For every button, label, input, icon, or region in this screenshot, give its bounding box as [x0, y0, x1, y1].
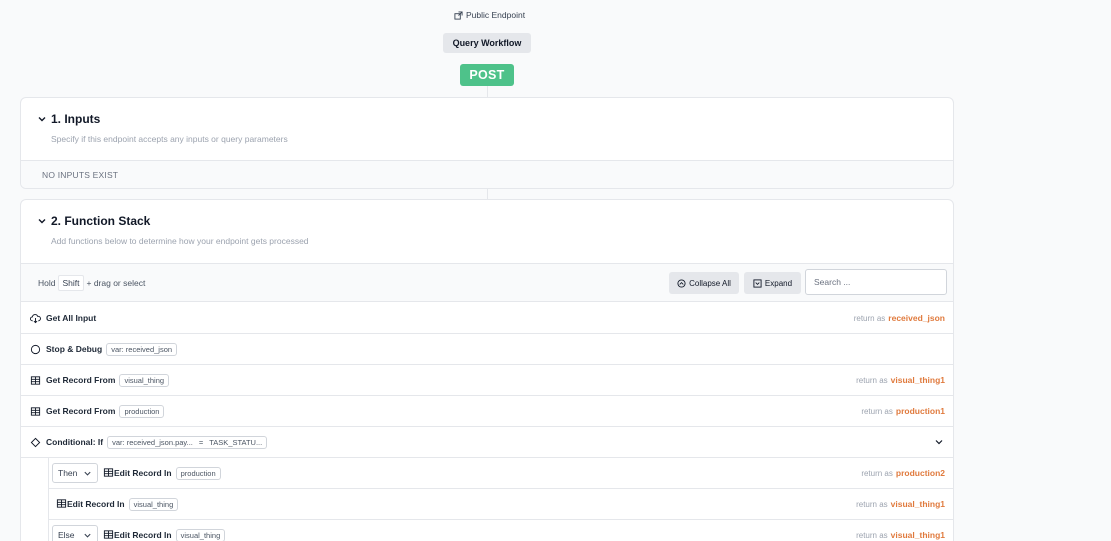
no-inputs-message: NO INPUTS EXIST [21, 160, 953, 188]
stop-circle-icon [30, 344, 41, 355]
function-name: Edit Record In [114, 468, 172, 478]
return-variable: production2 [895, 468, 945, 478]
chevron-down-icon [84, 533, 91, 538]
branch-label: Else [58, 530, 75, 540]
nested-row-edit-visual-thing[interactable]: Edit Record In visual_thing return as vis… [48, 489, 953, 520]
expand-icon [753, 278, 762, 288]
return-as: return as visual_thing1 [856, 530, 945, 540]
function-name: Get All Input [46, 313, 97, 323]
table-icon [30, 406, 41, 417]
branch-select-then[interactable]: Then [52, 463, 98, 483]
inputs-section: 1. Inputs Specify if this endpoint accep… [20, 97, 954, 189]
function-search-input[interactable] [805, 269, 947, 295]
function-tag[interactable]: visual_thing [119, 373, 170, 387]
external-link-icon [454, 10, 463, 20]
workflow-name[interactable]: Query Workflow [443, 33, 531, 53]
chevron-down-icon[interactable] [37, 216, 47, 226]
function-name: Edit Record In [67, 499, 125, 509]
return-variable: visual_thing1 [890, 530, 945, 540]
nested-row-else-edit-visual-thing[interactable]: Else Edit Record In visual_thing return … [48, 520, 953, 541]
collapse-icon [677, 278, 686, 288]
table-icon [103, 529, 114, 541]
function-row-stop-debug[interactable]: Stop & Debug var: received_json [21, 334, 953, 365]
branch-select-else[interactable]: Else [52, 525, 98, 541]
return-prefix: return as [853, 314, 886, 323]
function-row-get-record-visual-thing[interactable]: Get Record From visual_thing return as vi… [21, 365, 953, 396]
return-prefix: return as [856, 500, 888, 509]
return-prefix: return as [856, 376, 888, 385]
condition-expression[interactable]: var: received_json.pay... = TASK_STATU..… [107, 435, 268, 449]
function-tag[interactable]: visual_thing [128, 497, 179, 511]
return-prefix: return as [861, 469, 893, 478]
condition-right: TASK_STATU... [209, 437, 263, 447]
chevron-down-icon[interactable] [37, 114, 47, 124]
hold-label: Hold [38, 277, 56, 288]
diamond-icon [30, 437, 41, 448]
function-name: Get Record From [46, 406, 116, 416]
function-tag[interactable]: production [119, 404, 165, 418]
return-as: return as received_json [854, 313, 945, 323]
return-variable: production1 [895, 406, 945, 416]
inputs-section-title[interactable]: 1. Inputs [51, 112, 100, 126]
flow-connector-middle [487, 189, 488, 199]
function-stack-title[interactable]: 2. Function Stack [51, 214, 150, 228]
http-method-badge[interactable]: POST [460, 64, 514, 86]
shift-key: Shift [58, 274, 84, 291]
function-name: Stop & Debug [46, 344, 103, 354]
return-as: return as production1 [861, 406, 945, 416]
function-name: Get Record From [46, 375, 116, 385]
function-tag[interactable]: var: received_json [106, 342, 178, 356]
table-icon [56, 498, 67, 511]
return-prefix: return as [856, 531, 888, 540]
expand-button[interactable]: Expand [744, 272, 801, 294]
function-tag[interactable]: visual_thing [175, 528, 226, 541]
branch-label: Then [58, 468, 78, 478]
return-variable: visual_thing1 [890, 499, 945, 509]
public-endpoint-text: Public Endpoint [466, 10, 526, 20]
return-as: return as visual_thing1 [856, 375, 945, 385]
inputs-section-subtitle: Specify if this endpoint accepts any inp… [51, 134, 288, 144]
condition-operator: = [198, 437, 204, 447]
public-endpoint-label: Public Endpoint [454, 10, 525, 20]
function-tag[interactable]: production [175, 466, 221, 480]
function-stack-subtitle: Add functions below to determine how you… [51, 236, 309, 246]
function-name: Conditional: If [46, 437, 104, 447]
hold-suffix: + drag or select [86, 277, 146, 288]
flow-connector-top [487, 86, 488, 97]
collapse-all-label: Collapse All [689, 278, 731, 288]
table-icon [103, 467, 114, 480]
chevron-down-icon [84, 471, 91, 476]
function-stack-section: 2. Function Stack Add functions below to… [20, 199, 954, 541]
return-as: return as visual_thing1 [856, 499, 945, 509]
return-variable: visual_thing1 [890, 375, 945, 385]
function-row-get-record-production[interactable]: Get Record From production return as prod… [21, 396, 953, 427]
return-variable: received_json [888, 313, 945, 323]
function-stack-toolbar: Hold Shift + drag or select Collapse All… [21, 263, 953, 302]
condition-left: var: received_json.pay... [112, 437, 193, 447]
function-row-get-all-input[interactable]: Get All Input return as received_json [21, 303, 953, 334]
cloud-download-icon [30, 313, 41, 324]
return-as: return as production2 [861, 468, 945, 478]
return-prefix: return as [861, 407, 893, 416]
nested-row-then-edit-production[interactable]: Then Edit Record In production return as… [48, 458, 953, 489]
table-icon [30, 375, 41, 386]
chevron-down-icon[interactable] [934, 437, 944, 447]
function-name: Edit Record In [114, 530, 172, 540]
collapse-all-button[interactable]: Collapse All [669, 272, 739, 294]
shift-select-hint: Hold Shift + drag or select [38, 274, 146, 291]
expand-label: Expand [764, 278, 793, 288]
function-row-conditional[interactable]: Conditional: If var: received_json.pay..… [21, 427, 953, 458]
